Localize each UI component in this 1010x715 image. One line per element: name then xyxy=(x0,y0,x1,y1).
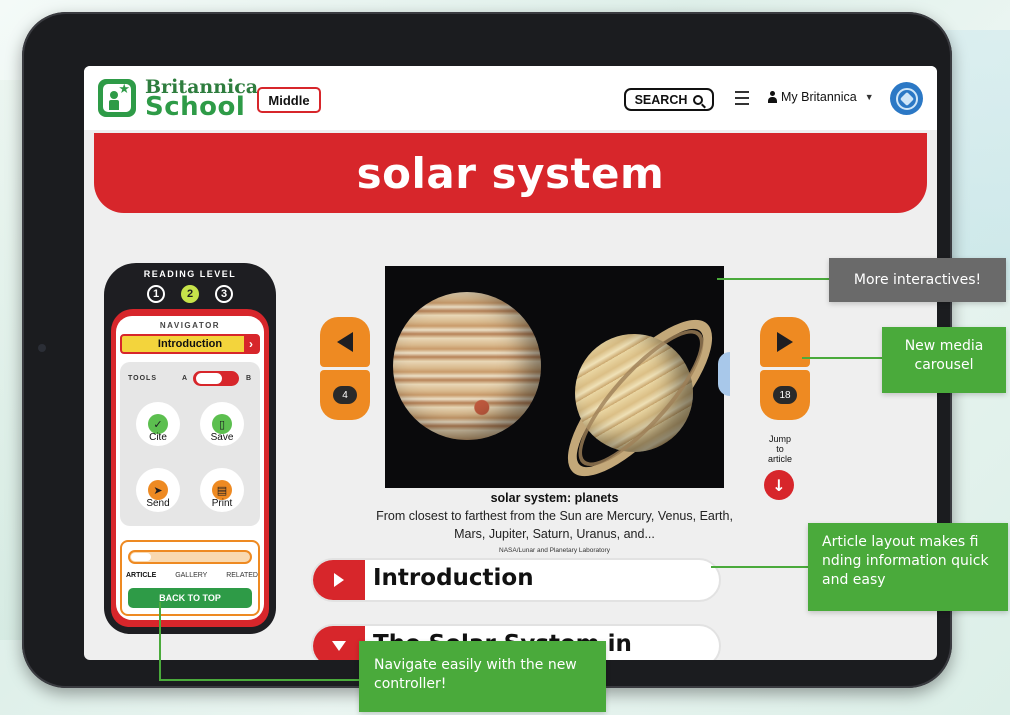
site-header: ★ Britannica School Middle SEARCH My Bri… xyxy=(84,66,937,130)
reading-level-1[interactable]: 1 xyxy=(147,285,165,303)
view-slider[interactable] xyxy=(128,550,252,564)
arrow-down-icon: ↓ xyxy=(772,475,786,495)
callout-media-carousel: New media carousel xyxy=(882,327,1006,393)
view-tabs: ARTICLE GALLERY RELATED xyxy=(126,572,258,579)
back-to-top-button[interactable]: BACK TO TOP xyxy=(128,588,252,608)
callout-connector xyxy=(159,679,359,681)
callout-controller: Navigate easily with the new controller! xyxy=(359,641,606,712)
navigator-body: NAVIGATOR Introduction › TOOLS A B ✓ Cit… xyxy=(116,316,264,620)
tab-related[interactable]: RELATED xyxy=(226,572,258,579)
cite-button[interactable]: ✓ Cite xyxy=(130,402,186,446)
level-button[interactable]: Middle xyxy=(257,87,321,113)
media-credit: NASA/Lunar and Planetary Laboratory xyxy=(499,547,610,554)
camera-dot xyxy=(38,344,46,352)
navigator-panel: NAVIGATOR Introduction › TOOLS A B ✓ Cit… xyxy=(111,309,269,627)
navigator-controller: READING LEVEL 1 2 3 NAVIGATOR Introducti… xyxy=(104,263,276,634)
reading-level-3[interactable]: 3 xyxy=(215,285,233,303)
callout-connector xyxy=(711,566,808,568)
callout-connector xyxy=(802,357,882,359)
view-controls: ARTICLE GALLERY RELATED BACK TO TOP xyxy=(120,540,260,616)
section-selector-label: Introduction xyxy=(157,338,223,350)
expand-icon xyxy=(313,560,365,600)
account-menu[interactable]: My Britannica ▼ xyxy=(768,90,874,104)
cite-icon: ✓ xyxy=(148,414,168,434)
print-icon: ▤ xyxy=(212,480,232,500)
callout-connector xyxy=(159,602,161,680)
carousel-prev-button[interactable] xyxy=(320,317,370,367)
arrow-right-icon xyxy=(777,332,793,352)
tools-label: TOOLS xyxy=(128,375,157,382)
page-title: solar system xyxy=(356,148,665,198)
brand-product[interactable]: School xyxy=(145,92,245,122)
callout-more-interactives: More interactives! xyxy=(829,258,1006,302)
jump-to-article-button[interactable]: ↓ xyxy=(764,470,794,500)
account-label: My Britannica xyxy=(781,90,857,104)
jump-to-article-label: Jump to article xyxy=(767,434,792,464)
jupiter-image xyxy=(393,292,541,440)
article-title-banner: solar system xyxy=(94,133,927,213)
britannica-globe-icon[interactable] xyxy=(890,82,923,115)
chevron-right-icon: › xyxy=(244,334,258,354)
search-button[interactable]: SEARCH xyxy=(624,88,714,111)
user-icon xyxy=(768,91,777,103)
carousel-next-count[interactable]: 18 xyxy=(760,370,810,420)
next-count-badge: 18 xyxy=(773,386,797,404)
toggle-b-label: B xyxy=(246,375,252,382)
reading-level-label: READING LEVEL xyxy=(143,269,237,279)
cite-label: Cite xyxy=(149,432,167,443)
section-introduction[interactable]: Introduction xyxy=(311,558,721,602)
prev-count-badge: 4 xyxy=(333,386,357,404)
media-caption-text: From closest to farthest from the Sun ar… xyxy=(376,509,733,541)
tab-gallery[interactable]: GALLERY xyxy=(175,572,207,579)
save-label: Save xyxy=(210,432,234,443)
send-label: Send xyxy=(146,498,170,509)
next-media-peek[interactable] xyxy=(718,352,730,396)
collapse-icon xyxy=(313,626,365,660)
print-button[interactable]: ▤ Print xyxy=(194,468,250,512)
britannica-logo-icon[interactable]: ★ xyxy=(98,79,136,117)
section-selector[interactable]: Introduction › xyxy=(120,334,260,354)
callout-connector xyxy=(717,278,829,280)
section-title: Introduction xyxy=(373,565,534,591)
toggle-a-label: A xyxy=(182,375,188,382)
tools-toggle[interactable] xyxy=(193,371,239,386)
bookmark-icon: ▯ xyxy=(212,414,232,434)
carousel-prev-count[interactable]: 4 xyxy=(320,370,370,420)
arrow-left-icon xyxy=(337,332,353,352)
search-icon xyxy=(693,94,704,105)
carousel-next-button[interactable] xyxy=(760,317,810,367)
search-label: SEARCH xyxy=(634,92,688,107)
callout-article-layout: Article layout makes fi nding informatio… xyxy=(808,523,1008,611)
reading-level-2[interactable]: 2 xyxy=(181,285,199,303)
print-label: Print xyxy=(211,498,233,509)
save-button[interactable]: ▯ Save xyxy=(194,402,250,446)
send-button[interactable]: ➤ Send xyxy=(130,468,186,512)
tools-panel: TOOLS A B ✓ Cite ▯ Save ➤ Send ▤ Print xyxy=(120,362,260,526)
media-image[interactable] xyxy=(385,266,724,488)
media-caption-title: solar system: planets xyxy=(490,491,619,505)
chevron-down-icon: ▼ xyxy=(864,92,874,102)
navigator-label: NAVIGATOR xyxy=(159,321,221,330)
tab-article[interactable]: ARTICLE xyxy=(126,572,156,579)
hamburger-menu-icon[interactable] xyxy=(735,91,749,105)
send-icon: ➤ xyxy=(148,480,168,500)
